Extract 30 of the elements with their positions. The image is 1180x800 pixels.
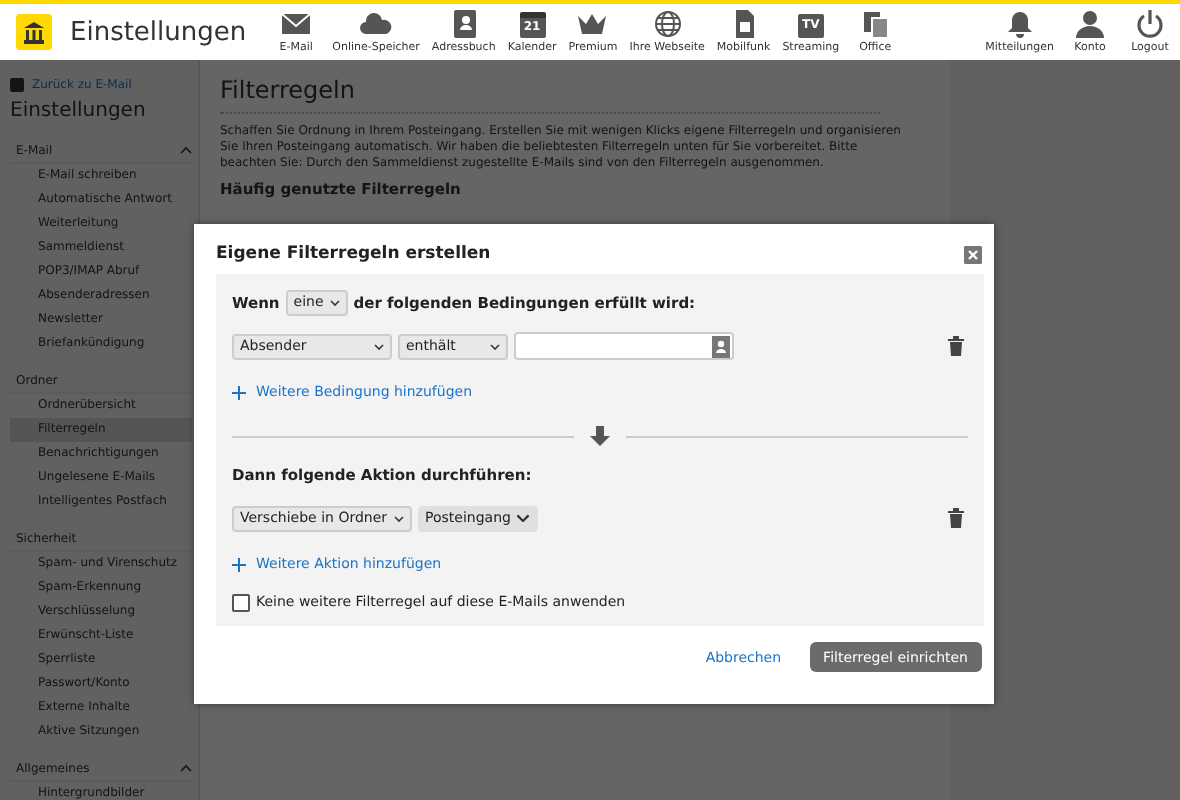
chevron-icon[interactable] — [180, 146, 192, 154]
value-field[interactable] — [514, 332, 734, 360]
trash-icon[interactable] — [948, 508, 964, 528]
dialog-title: Eigene Filterregeln erstellen — [216, 244, 491, 264]
trash-icon[interactable] — [948, 336, 964, 356]
plus-icon — [232, 557, 246, 571]
logo-icon[interactable] — [16, 14, 52, 50]
plus-icon — [232, 385, 246, 399]
caret-icon — [490, 343, 500, 349]
section-title: Filterregeln — [220, 76, 880, 114]
mail-icon — [280, 10, 313, 38]
crown-icon — [576, 10, 609, 38]
sidebar-title: Einstellungen — [10, 98, 148, 126]
arrow-down-icon — [590, 426, 610, 446]
caret-icon — [329, 299, 340, 305]
cloud-icon — [360, 10, 393, 38]
close-icon[interactable] — [964, 245, 982, 263]
globe-icon — [651, 10, 684, 38]
power-icon — [1134, 10, 1166, 38]
contacts-icon[interactable] — [712, 335, 730, 357]
chevron-icon[interactable] — [180, 764, 192, 772]
caret-icon — [374, 343, 384, 349]
bell-icon — [1003, 10, 1036, 38]
checkbox[interactable] — [232, 593, 250, 611]
person-icon — [1074, 10, 1106, 38]
office-icon — [859, 10, 892, 38]
caret-icon — [516, 513, 531, 523]
page-title: Einstellungen — [70, 17, 247, 47]
back-icon[interactable] — [10, 77, 24, 91]
caret-icon — [393, 515, 404, 521]
